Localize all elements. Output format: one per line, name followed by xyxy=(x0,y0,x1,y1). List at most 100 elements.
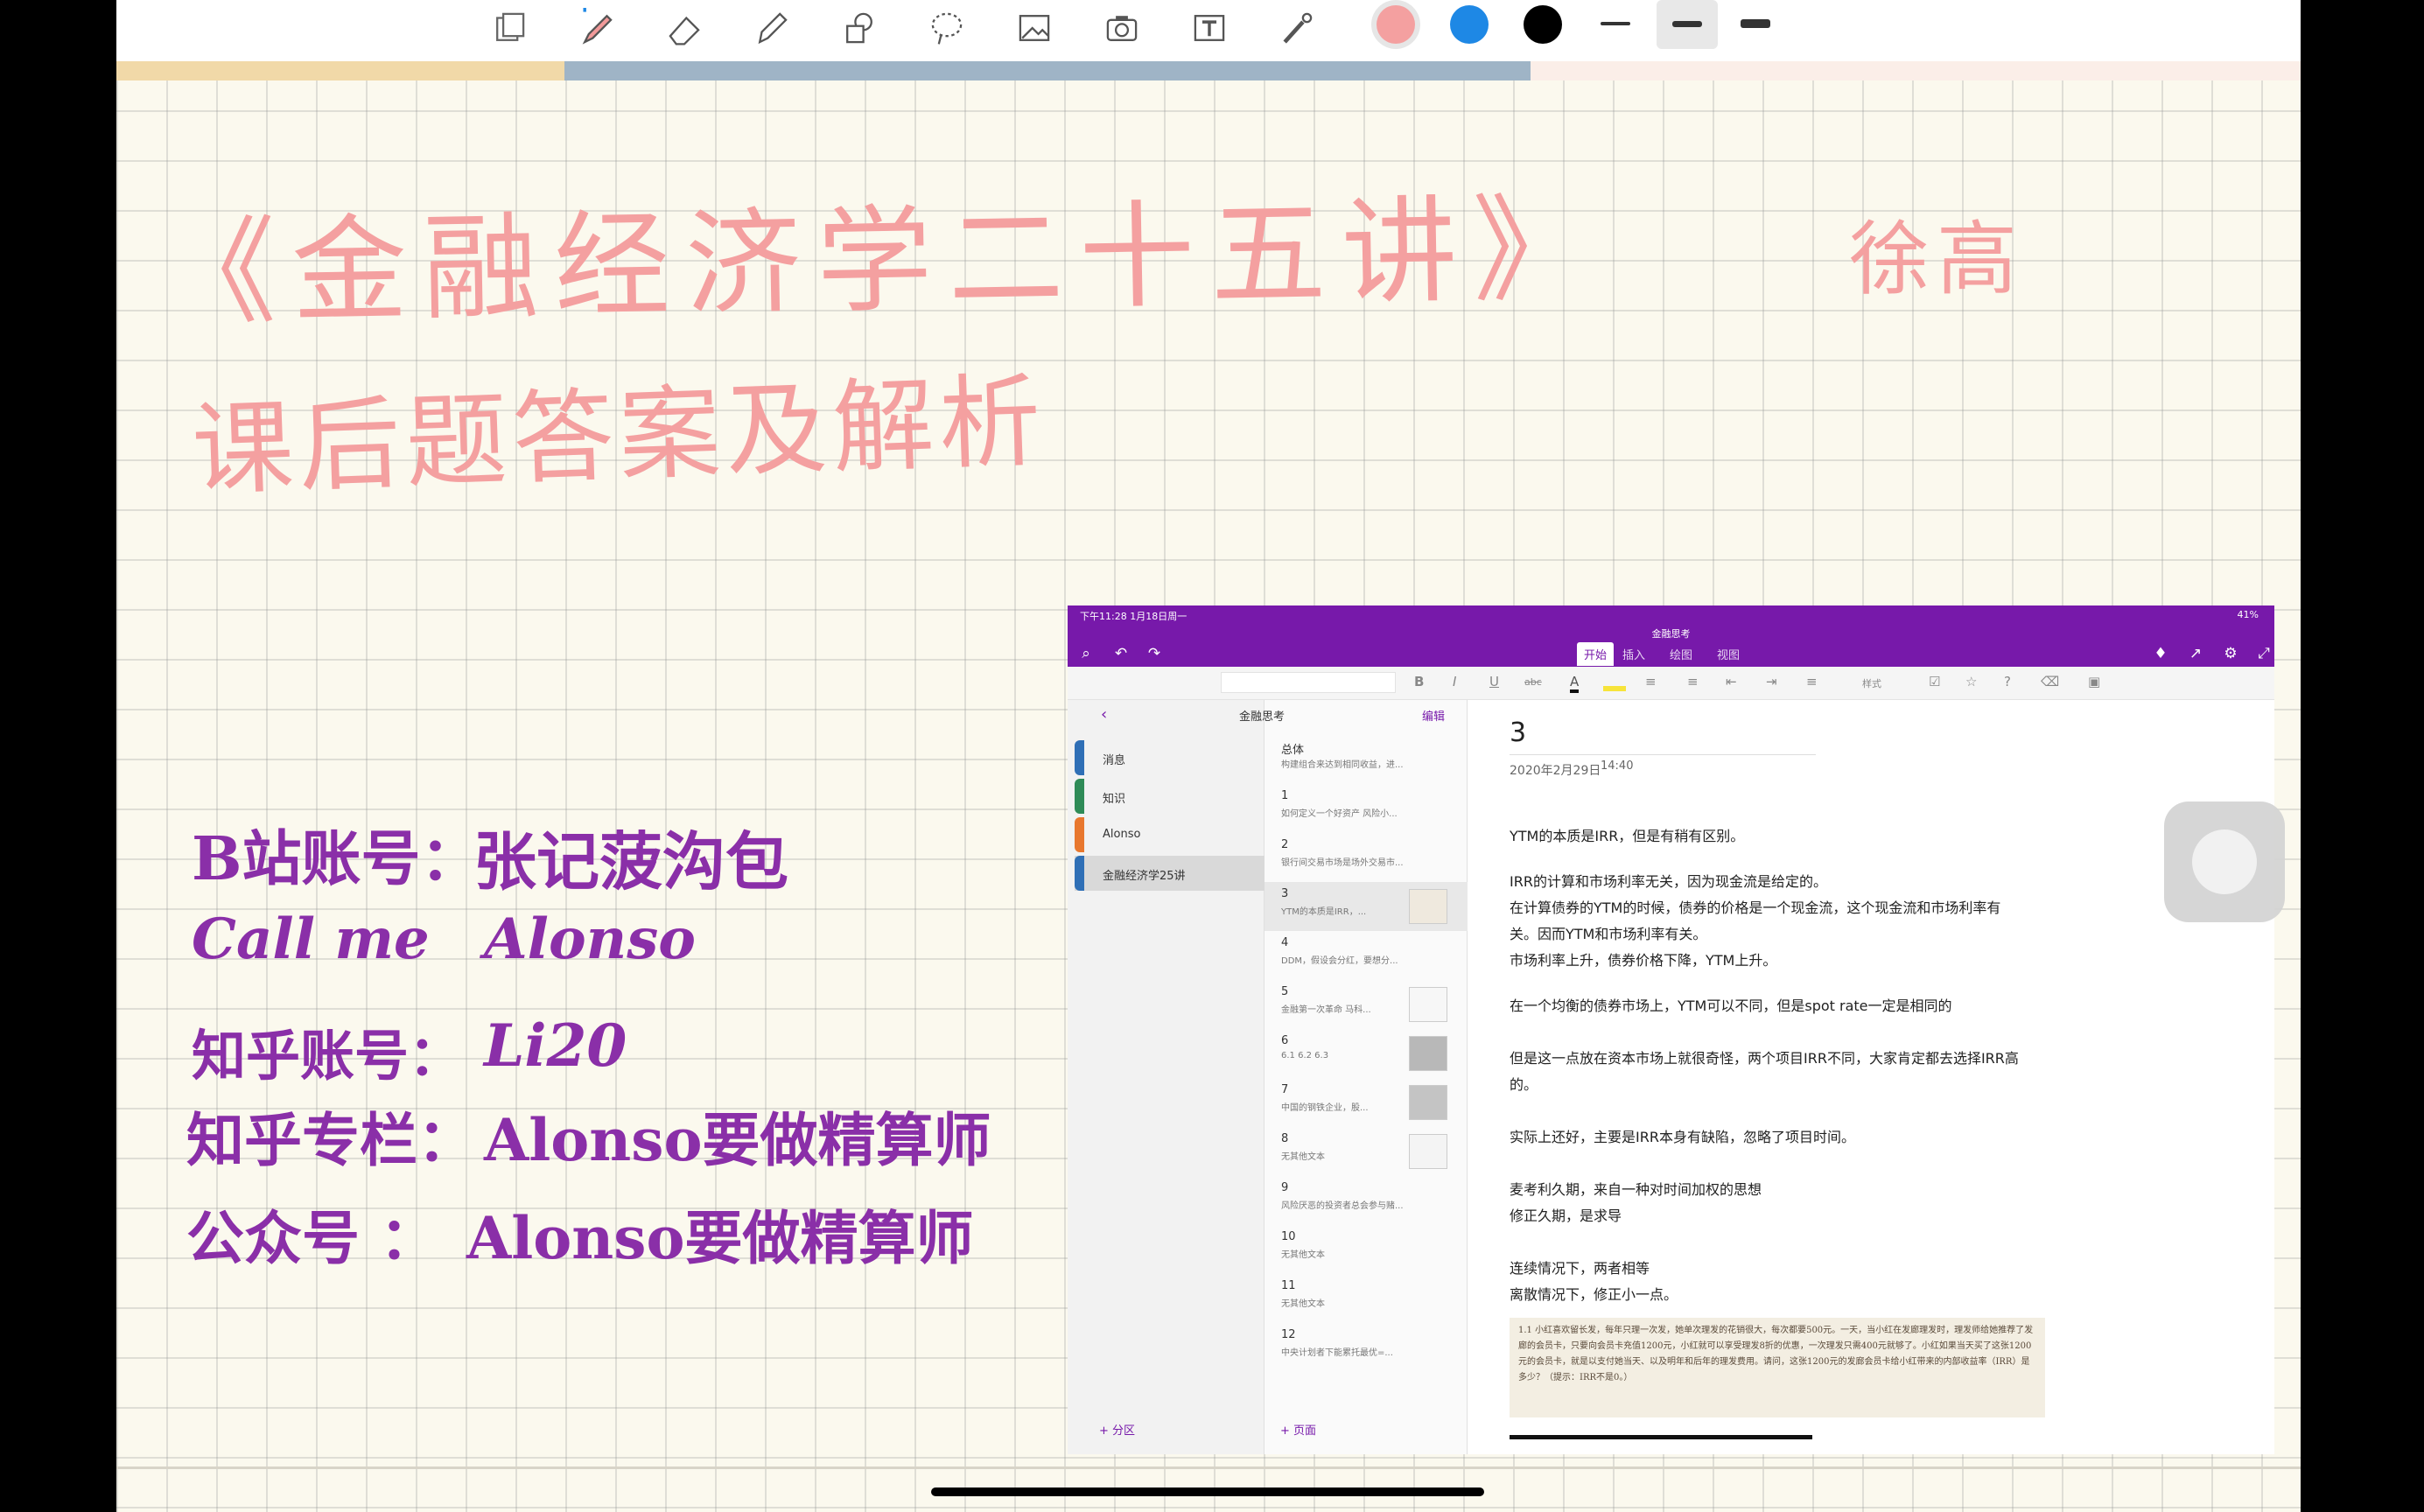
add-section-button[interactable]: + 分区 xyxy=(1099,1421,1135,1438)
camera-icon[interactable] xyxy=(1096,5,1147,51)
page-item-active[interactable]: 3 YTM的本质是IRR，... xyxy=(1265,882,1468,931)
page-item[interactable]: 10 无其他文本 xyxy=(1265,1225,1468,1274)
text-icon[interactable] xyxy=(1184,5,1235,51)
indent-icon[interactable]: ⇥ xyxy=(1766,674,1777,690)
page-canvas[interactable]: 3 2020年2月29日 14:40 YTM的本质是IRR，但是有稍有区别。 I… xyxy=(1468,700,2274,1454)
italic-button[interactable]: I xyxy=(1453,674,1456,690)
section-label: 金融经济学25讲 xyxy=(1103,870,1186,883)
sticky-icon[interactable]: ▣ xyxy=(2088,674,2100,690)
page-snippet: 无其他文本 xyxy=(1281,1152,1325,1162)
page-snippet: 银行间交易市场是场外交易市... xyxy=(1281,858,1404,868)
page-snippet: YTM的本质是IRR，... xyxy=(1281,907,1367,917)
page-snippet: 6.1 6.2 6.3 xyxy=(1281,1051,1329,1060)
image-icon[interactable] xyxy=(1009,5,1060,51)
color-black[interactable] xyxy=(1524,5,1562,44)
font-color-button[interactable]: A xyxy=(1570,674,1580,693)
page-item[interactable]: 9 风险厌恶的投资者总会参与赌... xyxy=(1265,1176,1468,1225)
section-item[interactable]: 消息 xyxy=(1075,740,1265,775)
info-value-callme: Alonso xyxy=(484,906,696,972)
strike-button[interactable]: abc xyxy=(1524,676,1542,688)
page-item[interactable]: 11 无其他文本 xyxy=(1265,1274,1468,1323)
shapes-icon[interactable] xyxy=(834,5,885,51)
highlight-button[interactable] xyxy=(1603,686,1626,691)
align-icon[interactable]: ≡ xyxy=(1806,674,1818,690)
tab-view[interactable]: 视图 xyxy=(1710,642,1747,666)
search-icon[interactable]: ⌕ xyxy=(1076,644,1096,663)
help-button[interactable]: ? xyxy=(2004,674,2011,690)
info-label-callme: Call me xyxy=(192,906,430,972)
numbering-icon[interactable]: ≡ xyxy=(1687,674,1699,690)
redo-icon[interactable]: ↷ xyxy=(1145,644,1164,663)
page-item[interactable]: 8 无其他文本 xyxy=(1265,1127,1468,1176)
checkbox-icon[interactable]: ☑ xyxy=(1929,674,1940,690)
body-line: 在一个均衡的债券市场上，YTM可以不同，但是spot rate一定是相同的 xyxy=(1510,998,1952,1014)
bullets-icon[interactable]: ≡ xyxy=(1645,674,1657,690)
screen: 《金融经济学二十五讲》 徐高 课后题答案及解析 B站账号： 张记菠沟包 Call… xyxy=(0,0,2424,1512)
tab-home[interactable]: 开始 xyxy=(1577,642,1615,666)
page-title-heading[interactable]: 3 xyxy=(1510,718,1526,748)
page-item[interactable]: 5 金融第一次革命 马科... xyxy=(1265,980,1468,1029)
pages-pane: 总体 构建组合来达到相同收益，进... 1 如何定义一个好资产 风险小... 2 银行… xyxy=(1265,700,1468,1454)
underline-button[interactable]: U xyxy=(1489,674,1499,690)
stroke-thin[interactable] xyxy=(1601,22,1630,25)
page-icon[interactable] xyxy=(484,5,535,51)
page-snippet: 无其他文本 xyxy=(1281,1299,1325,1309)
expand-icon[interactable]: ⤢ xyxy=(2254,644,2273,663)
undo-icon[interactable]: ↶ xyxy=(1111,644,1131,663)
sections-header-title: 金融思考 xyxy=(1239,710,1286,724)
laser-icon[interactable] xyxy=(1272,5,1322,51)
stroke-medium-selected[interactable] xyxy=(1657,0,1718,49)
tab-segment-3[interactable] xyxy=(1531,61,2301,80)
share-icon[interactable]: ↗ xyxy=(2186,644,2205,663)
eraser-icon[interactable] xyxy=(659,5,710,51)
tab-draw[interactable]: 绘图 xyxy=(1663,642,1699,666)
page-item[interactable]: 4 DDM，假设会分红，要想分... xyxy=(1265,931,1468,980)
body-line: 实际上还好，主要是IRR本身有缺陷，忽略了项目时间。 xyxy=(1510,1129,1855,1145)
body-line: 的。 xyxy=(1510,1076,1538,1093)
embedded-onenote-screenshot[interactable]: 下午11:28 1月18日周一 41% 金融思考 ⌕ ↶ ↷ 开始 插入 绘图 … xyxy=(1068,606,2274,1454)
page-snippet: 风险厌恶的投资者总会参与赌... xyxy=(1281,1201,1404,1211)
page-item[interactable]: 总体 构建组合来达到相同收益，进... xyxy=(1265,735,1468,784)
add-page-button[interactable]: + 页面 xyxy=(1280,1421,1316,1438)
onenote-notebook-name: 金融思考 xyxy=(1651,628,1691,640)
page-title: 12 xyxy=(1281,1328,1296,1341)
page-snippet: 构建组合来达到相同收益，进... xyxy=(1281,760,1404,770)
outdent-icon[interactable]: ⇤ xyxy=(1726,674,1737,690)
bold-button[interactable]: B xyxy=(1414,674,1424,690)
tab-insert[interactable]: 插入 xyxy=(1615,642,1652,666)
pen-icon[interactable] xyxy=(571,5,622,51)
clear-format-icon[interactable]: ⌫ xyxy=(2041,674,2059,690)
section-item[interactable]: 知识 xyxy=(1075,779,1265,814)
page-item[interactable]: 12 中央计划者下能累托最优=... xyxy=(1265,1323,1468,1372)
color-blue[interactable] xyxy=(1450,5,1489,44)
home-indicator[interactable] xyxy=(931,1488,1484,1496)
back-chevron-icon[interactable]: ‹ xyxy=(1101,705,1107,724)
body-line: 在计算债券的YTM的时候，债券的价格是一个现金流，这个现金流和市场利率有 xyxy=(1510,900,2001,916)
stroke-medium-bar xyxy=(1672,21,1702,27)
section-label: 消息 xyxy=(1103,754,1126,767)
info-label-bilibili: B站账号： xyxy=(192,824,480,894)
page-item[interactable]: 2 银行间交易市场是场外交易市... xyxy=(1265,833,1468,882)
highlighter-icon[interactable] xyxy=(746,5,797,51)
page-snippet: 中央计划者下能累托最优=... xyxy=(1281,1348,1393,1358)
tab-segment-1[interactable] xyxy=(116,61,564,80)
bell-icon[interactable]: ♦ xyxy=(2151,644,2170,663)
section-item-active[interactable]: 金融经济学25讲 xyxy=(1075,856,1265,891)
font-selector[interactable] xyxy=(1221,672,1396,693)
tab-segment-2[interactable] xyxy=(564,61,1531,80)
styles-button[interactable]: 样式 xyxy=(1862,676,1881,690)
page-item[interactable]: 6 6.1 6.2 6.3 xyxy=(1265,1029,1468,1078)
page-title: 5 xyxy=(1281,985,1289,998)
assistive-touch-button[interactable] xyxy=(2164,802,2285,922)
section-item[interactable]: Alonso xyxy=(1075,817,1265,852)
section-label: 知识 xyxy=(1103,793,1126,806)
page-item[interactable]: 1 如何定义一个好资产 风险小... xyxy=(1265,784,1468,833)
color-pink[interactable] xyxy=(1377,5,1415,44)
gear-icon[interactable]: ⚙ xyxy=(2221,644,2240,663)
page-item[interactable]: 7 中国的钢铁企业，股... xyxy=(1265,1078,1468,1127)
lasso-icon[interactable] xyxy=(921,5,972,51)
stroke-thick[interactable] xyxy=(1741,19,1770,28)
star-icon[interactable]: ☆ xyxy=(1965,674,1977,690)
edit-button[interactable]: 编辑 xyxy=(1422,707,1445,724)
section-color-bar xyxy=(1075,817,1084,852)
